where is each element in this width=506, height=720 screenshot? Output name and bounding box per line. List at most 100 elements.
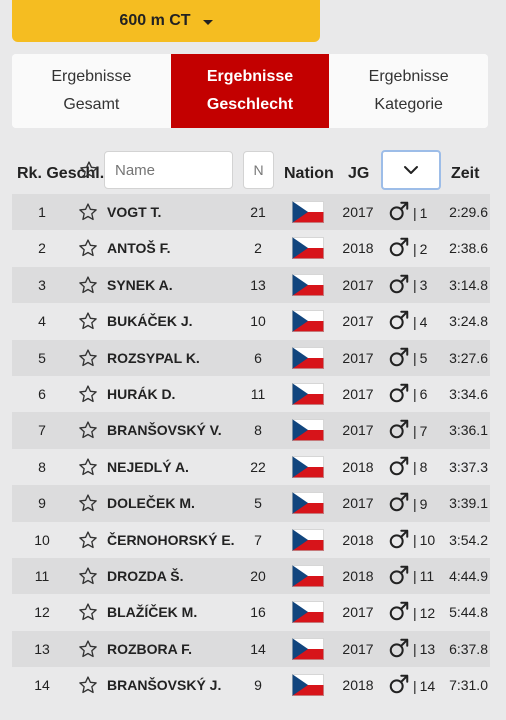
- gender-rank-separator: |: [413, 350, 417, 367]
- star-outline-icon[interactable]: [78, 311, 98, 334]
- rank-cell: 6: [38, 385, 46, 402]
- table-row[interactable]: 12 BLAŽÍČEK M. 16 2017 | 12 5:44.8: [12, 594, 490, 631]
- birth-year: 2017: [342, 495, 374, 512]
- finish-time: 5:44.8: [449, 604, 488, 621]
- tab-label-line2: Geschlecht: [206, 96, 294, 113]
- gender-rank-value: 4: [419, 313, 428, 330]
- czech-flag-icon: [292, 346, 324, 369]
- czech-flag-icon: [292, 273, 324, 296]
- star-outline-icon[interactable]: [78, 420, 98, 443]
- table-row[interactable]: 3 SYNEK A. 13 2017 | 3 3:14.8: [12, 266, 490, 304]
- star-outline-icon[interactable]: [78, 639, 98, 662]
- table-row[interactable]: 8 NEJEDLÝ A. 22 2018 | 8 3:37.3: [12, 448, 490, 486]
- star-outline-icon[interactable]: [78, 530, 98, 553]
- czech-flag-icon: [292, 528, 324, 551]
- tab-results-overall[interactable]: Ergebnisse Gesamt: [12, 54, 171, 128]
- number-filter-input[interactable]: N: [243, 151, 274, 189]
- athlete-name: SYNEK A.: [107, 276, 173, 293]
- tab-label-line2: Kategorie: [374, 96, 443, 113]
- race-selector-label: 600 m CT: [119, 12, 191, 29]
- table-row[interactable]: 10 ČERNOHORSKÝ E. 7 2018 | 10 3:54.2: [12, 521, 490, 558]
- star-outline-icon[interactable]: [78, 493, 98, 516]
- column-header-year: JG: [348, 165, 370, 182]
- name-filter-input[interactable]: [104, 151, 233, 189]
- star-outline-icon[interactable]: [79, 160, 99, 185]
- athlete-name: HURÁK D.: [107, 385, 176, 402]
- table-row[interactable]: 5 ROZSYPAL K. 6 2017 | 5 3:27.6: [12, 339, 490, 376]
- gender-rank-separator: |: [413, 277, 417, 294]
- finish-time: 6:37.8: [449, 640, 488, 657]
- athlete-name: BRANŠOVSKÝ J.: [107, 677, 222, 694]
- star-outline-icon[interactable]: [78, 384, 98, 407]
- birth-year: 2017: [342, 204, 374, 220]
- rank-cell: 3: [38, 276, 46, 293]
- gender-rank-value: 10: [419, 532, 436, 549]
- table-row[interactable]: 6 HURÁK D. 11 2017 | 6 3:34.6: [12, 375, 490, 413]
- rank-cell: 2: [38, 240, 46, 257]
- table-header: Rk. Geschl. N Nation JG Zeit: [12, 150, 490, 192]
- rank-cell: 7: [38, 422, 46, 439]
- tab-label-line1: Ergebnisse: [368, 68, 449, 85]
- athlete-name: VOGT T.: [107, 204, 162, 220]
- gender-rank: | 8: [388, 455, 427, 480]
- results-table-body: 1 VOGT T. 21 2017 | 1 2:29.6 2 ANTOŠ F. 2 2018 | 2 2:…: [12, 194, 490, 704]
- gender-rank-separator: |: [413, 386, 417, 403]
- rank-cell: 9: [38, 495, 46, 512]
- athlete-name: DROZDA Š.: [107, 567, 184, 584]
- finish-time: 3:37.3: [449, 458, 488, 475]
- table-row[interactable]: 9 DOLEČEK M. 5 2017 | 9 3:39.1: [12, 485, 490, 522]
- finish-time: 3:54.2: [449, 531, 488, 548]
- gender-rank: | 13: [388, 637, 435, 662]
- star-outline-icon[interactable]: [78, 566, 98, 589]
- finish-time: 3:39.1: [449, 495, 488, 512]
- tab-results-gender[interactable]: Ergebnisse Geschlecht: [170, 54, 330, 128]
- male-symbol-icon: [388, 491, 410, 516]
- czech-flag-icon: [292, 201, 324, 223]
- gender-rank-value: 14: [419, 677, 436, 694]
- gender-rank: | 9: [388, 491, 427, 516]
- czech-flag-icon: [292, 637, 324, 660]
- table-row[interactable]: 4 BUKÁČEK J. 10 2017 | 4 3:24.8: [12, 303, 490, 340]
- bib-number: 10: [250, 313, 266, 330]
- gender-rank-separator: |: [413, 422, 417, 439]
- gender-filter-dropdown[interactable]: [381, 150, 441, 190]
- czech-flag-icon: [292, 382, 324, 405]
- bib-number: 21: [250, 204, 266, 220]
- caret-down-icon: [202, 19, 213, 25]
- star-outline-icon[interactable]: [78, 275, 98, 298]
- star-outline-icon[interactable]: [78, 348, 98, 371]
- star-outline-icon[interactable]: [78, 202, 98, 225]
- gender-rank-value: 12: [419, 604, 436, 621]
- table-row[interactable]: 14 BRANŠOVSKÝ J. 9 2018 | 14 7:31.0: [12, 667, 490, 704]
- chevron-down-icon: [404, 166, 418, 174]
- star-outline-icon[interactable]: [78, 457, 98, 480]
- tab-results-category[interactable]: Ergebnisse Kategorie: [329, 54, 488, 128]
- athlete-name: ROZBORA F.: [107, 640, 193, 657]
- gender-rank-separator: |: [413, 313, 417, 330]
- birth-year: 2017: [342, 313, 374, 330]
- gender-rank-value: 5: [419, 350, 428, 367]
- male-symbol-icon: [388, 382, 410, 407]
- race-selector[interactable]: 600 m CT: [12, 0, 320, 42]
- bib-number: 20: [250, 567, 266, 584]
- finish-time: 2:38.6: [449, 240, 488, 257]
- athlete-name: BLAŽÍČEK M.: [107, 604, 198, 621]
- bib-number: 5: [254, 495, 262, 512]
- star-outline-icon[interactable]: [78, 602, 98, 625]
- star-outline-icon[interactable]: [78, 238, 98, 261]
- birth-year: 2017: [342, 422, 374, 439]
- table-row[interactable]: 2 ANTOŠ F. 2 2018 | 2 2:38.6: [12, 230, 490, 267]
- male-symbol-icon: [388, 200, 410, 225]
- column-header-nation: Nation: [284, 165, 334, 182]
- number-filter-placeholder: N: [253, 162, 264, 178]
- table-row[interactable]: 7 BRANŠOVSKÝ V. 8 2017 | 7 3:36.1: [12, 412, 490, 449]
- rank-cell: 12: [34, 604, 50, 621]
- athlete-name: ANTOŠ F.: [107, 240, 171, 257]
- czech-flag-icon: [292, 492, 324, 515]
- gender-rank-separator: |: [413, 604, 417, 621]
- finish-time: 7:31.0: [449, 677, 488, 694]
- star-outline-icon[interactable]: [78, 675, 98, 698]
- table-row[interactable]: 1 VOGT T. 21 2017 | 1 2:29.6: [12, 194, 490, 231]
- table-row[interactable]: 11 DROZDA Š. 20 2018 | 11 4:44.9: [12, 557, 490, 595]
- table-row[interactable]: 13 ROZBORA F. 14 2017 | 13 6:37.8: [12, 630, 490, 668]
